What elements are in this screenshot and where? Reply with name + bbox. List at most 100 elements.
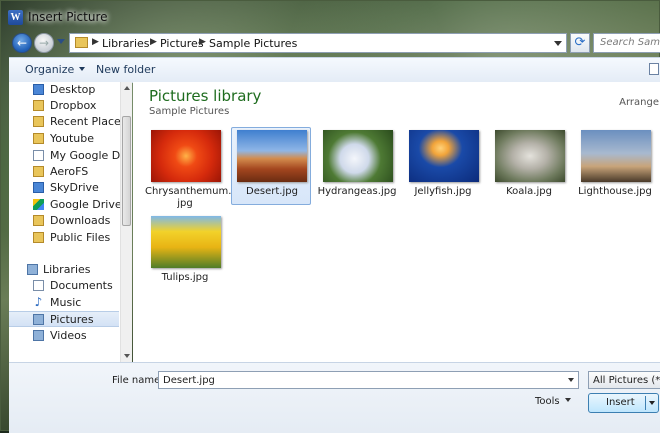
document-icon — [33, 150, 44, 161]
sidebar-item-label: Documents — [50, 279, 113, 292]
sidebar-item-label: Recent Places — [50, 115, 121, 128]
file-name-label: Tulips.jpg — [161, 272, 209, 283]
chevron-down-icon[interactable] — [568, 378, 574, 382]
chevron-down-icon — [79, 67, 86, 71]
refresh-button[interactable]: ⟳ — [570, 33, 590, 53]
word-app-icon: W — [8, 10, 23, 25]
sidebar-item-videos[interactable]: Videos — [9, 328, 119, 344]
recent-locations-dropdown[interactable] — [57, 39, 65, 44]
file-name-label: Koala.jpg — [506, 186, 552, 197]
scroll-up-icon[interactable] — [124, 86, 130, 90]
file-hydrangeas[interactable]: Hydrangeas.jpg — [317, 127, 397, 205]
sidebar-item-label: Dropbox — [50, 99, 97, 112]
arrange-by-button[interactable]: Arrange — [619, 97, 659, 108]
sidebar-item-music[interactable]: ♪ Music — [9, 295, 119, 311]
file-desert[interactable]: Desert.jpg — [231, 127, 311, 205]
sidebar-item-pictures[interactable]: Pictures — [9, 311, 119, 327]
sidebar-item-label: AeroFS — [50, 165, 89, 178]
folder-icon — [75, 37, 88, 48]
file-name-value: Desert.jpg — [163, 375, 215, 386]
sidebar-item-label: Pictures — [50, 313, 94, 326]
sidebar-item-label: My Google Docs — [50, 149, 121, 162]
dialog-footer: File name: Desert.jpg All Pictures (*.em… — [9, 362, 660, 433]
title-bar: W Insert Picture — [1, 1, 660, 31]
sidebar-item-label: Downloads — [50, 214, 111, 227]
organize-label: Organize — [25, 63, 75, 76]
folder-icon — [33, 232, 44, 243]
sidebar-item-aerofs[interactable]: AeroFS — [9, 164, 119, 180]
file-chrysanthemum[interactable]: Chrysanthemum. jpg — [145, 127, 231, 209]
address-bar[interactable]: ▶ Libraries ▶ Pictures ▶ Sample Pictures — [69, 33, 567, 53]
sidebar-item-public-files[interactable]: Public Files — [9, 230, 119, 246]
sidebar-item-label: Youtube — [50, 132, 94, 145]
downloads-icon — [33, 215, 44, 226]
chevron-right-icon[interactable]: ▶ — [150, 37, 157, 47]
pictures-icon — [33, 314, 44, 325]
insert-picture-dialog: W Insert Picture ← → ▶ Libraries ▶ Pictu… — [0, 0, 660, 433]
sidebar-item-desktop[interactable]: Desktop — [9, 82, 119, 98]
navigation-bar: ← → ▶ Libraries ▶ Pictures ▶ Sample Pict… — [9, 31, 660, 55]
window-title: Insert Picture — [28, 10, 108, 24]
image-thumbnail — [151, 130, 221, 182]
insert-button[interactable]: Insert — [588, 393, 659, 413]
file-name-label: File name: — [112, 375, 164, 386]
folder-icon — [33, 133, 44, 144]
file-name-label: Lighthouse.jpg — [578, 186, 652, 197]
search-input[interactable]: Search Sample P — [593, 33, 660, 53]
image-thumbnail — [151, 216, 221, 268]
refresh-icon: ⟳ — [574, 35, 586, 50]
file-lighthouse[interactable]: Lighthouse.jpg — [575, 127, 655, 205]
breadcrumb-pictures[interactable]: Pictures — [160, 37, 204, 50]
new-folder-button[interactable]: New folder — [96, 63, 155, 76]
insert-options-dropdown[interactable] — [649, 401, 655, 405]
file-tulips[interactable]: Tulips.jpg — [145, 213, 225, 291]
libraries-icon — [27, 264, 38, 275]
sidebar-item-libraries[interactable]: Libraries — [9, 262, 119, 278]
chevron-down-icon — [564, 398, 571, 402]
arrow-left-icon: ← — [16, 36, 28, 50]
sidebar-item-downloads[interactable]: Downloads — [9, 213, 119, 229]
breadcrumb-sample-pictures[interactable]: Sample Pictures — [209, 37, 297, 50]
breadcrumb-libraries[interactable]: Libraries — [102, 37, 150, 50]
sidebar-item-documents[interactable]: Documents — [9, 278, 119, 294]
sidebar-item-skydrive[interactable]: SkyDrive — [9, 180, 119, 196]
sidebar-item-youtube[interactable]: Youtube — [9, 131, 119, 147]
file-type-filter-select[interactable]: All Pictures (*.emf — [588, 371, 660, 389]
skydrive-icon — [33, 182, 44, 193]
sidebar-item-recent-places[interactable]: Recent Places — [9, 114, 121, 130]
videos-icon — [33, 330, 44, 341]
view-options-icon[interactable] — [649, 63, 659, 75]
file-name-label: Chrysanthemum. jpg — [145, 186, 232, 209]
sidebar-item-dropbox[interactable]: Dropbox — [9, 98, 119, 114]
desktop-icon — [33, 84, 44, 95]
image-thumbnail — [323, 130, 393, 182]
chevron-right-icon[interactable]: ▶ — [199, 37, 206, 47]
chevron-right-icon[interactable]: ▶ — [92, 37, 99, 47]
chevron-down-icon[interactable] — [554, 41, 562, 46]
image-thumbnail — [581, 130, 651, 182]
image-thumbnail — [495, 130, 565, 182]
library-subtitle: Sample Pictures — [149, 106, 230, 117]
google-drive-icon — [33, 199, 44, 210]
file-name-label: Jellyfish.jpg — [414, 186, 472, 197]
tools-button[interactable]: Tools — [535, 396, 571, 407]
image-thumbnail — [409, 130, 479, 182]
forward-button[interactable]: → — [34, 33, 54, 53]
back-button[interactable]: ← — [12, 33, 32, 53]
file-koala[interactable]: Koala.jpg — [489, 127, 569, 205]
scroll-down-icon[interactable] — [124, 354, 130, 358]
split-divider — [645, 396, 646, 410]
scrollbar-thumb[interactable] — [122, 116, 131, 226]
insert-label: Insert — [606, 397, 635, 408]
file-name-label: Desert.jpg — [246, 186, 298, 197]
sidebar-item-label: Google Drive — [50, 198, 121, 211]
sidebar-item-google-drive[interactable]: Google Drive — [9, 197, 121, 213]
file-name-input[interactable]: Desert.jpg — [158, 371, 579, 389]
navigation-scrollbar[interactable] — [120, 82, 132, 362]
file-jellyfish[interactable]: Jellyfish.jpg — [403, 127, 483, 205]
folder-icon — [33, 100, 44, 111]
sidebar-item-my-google-docs[interactable]: My Google Docs — [9, 148, 121, 164]
folder-icon — [33, 166, 44, 177]
organize-button[interactable]: Organize — [25, 63, 86, 76]
sidebar-item-label: Videos — [50, 329, 87, 342]
